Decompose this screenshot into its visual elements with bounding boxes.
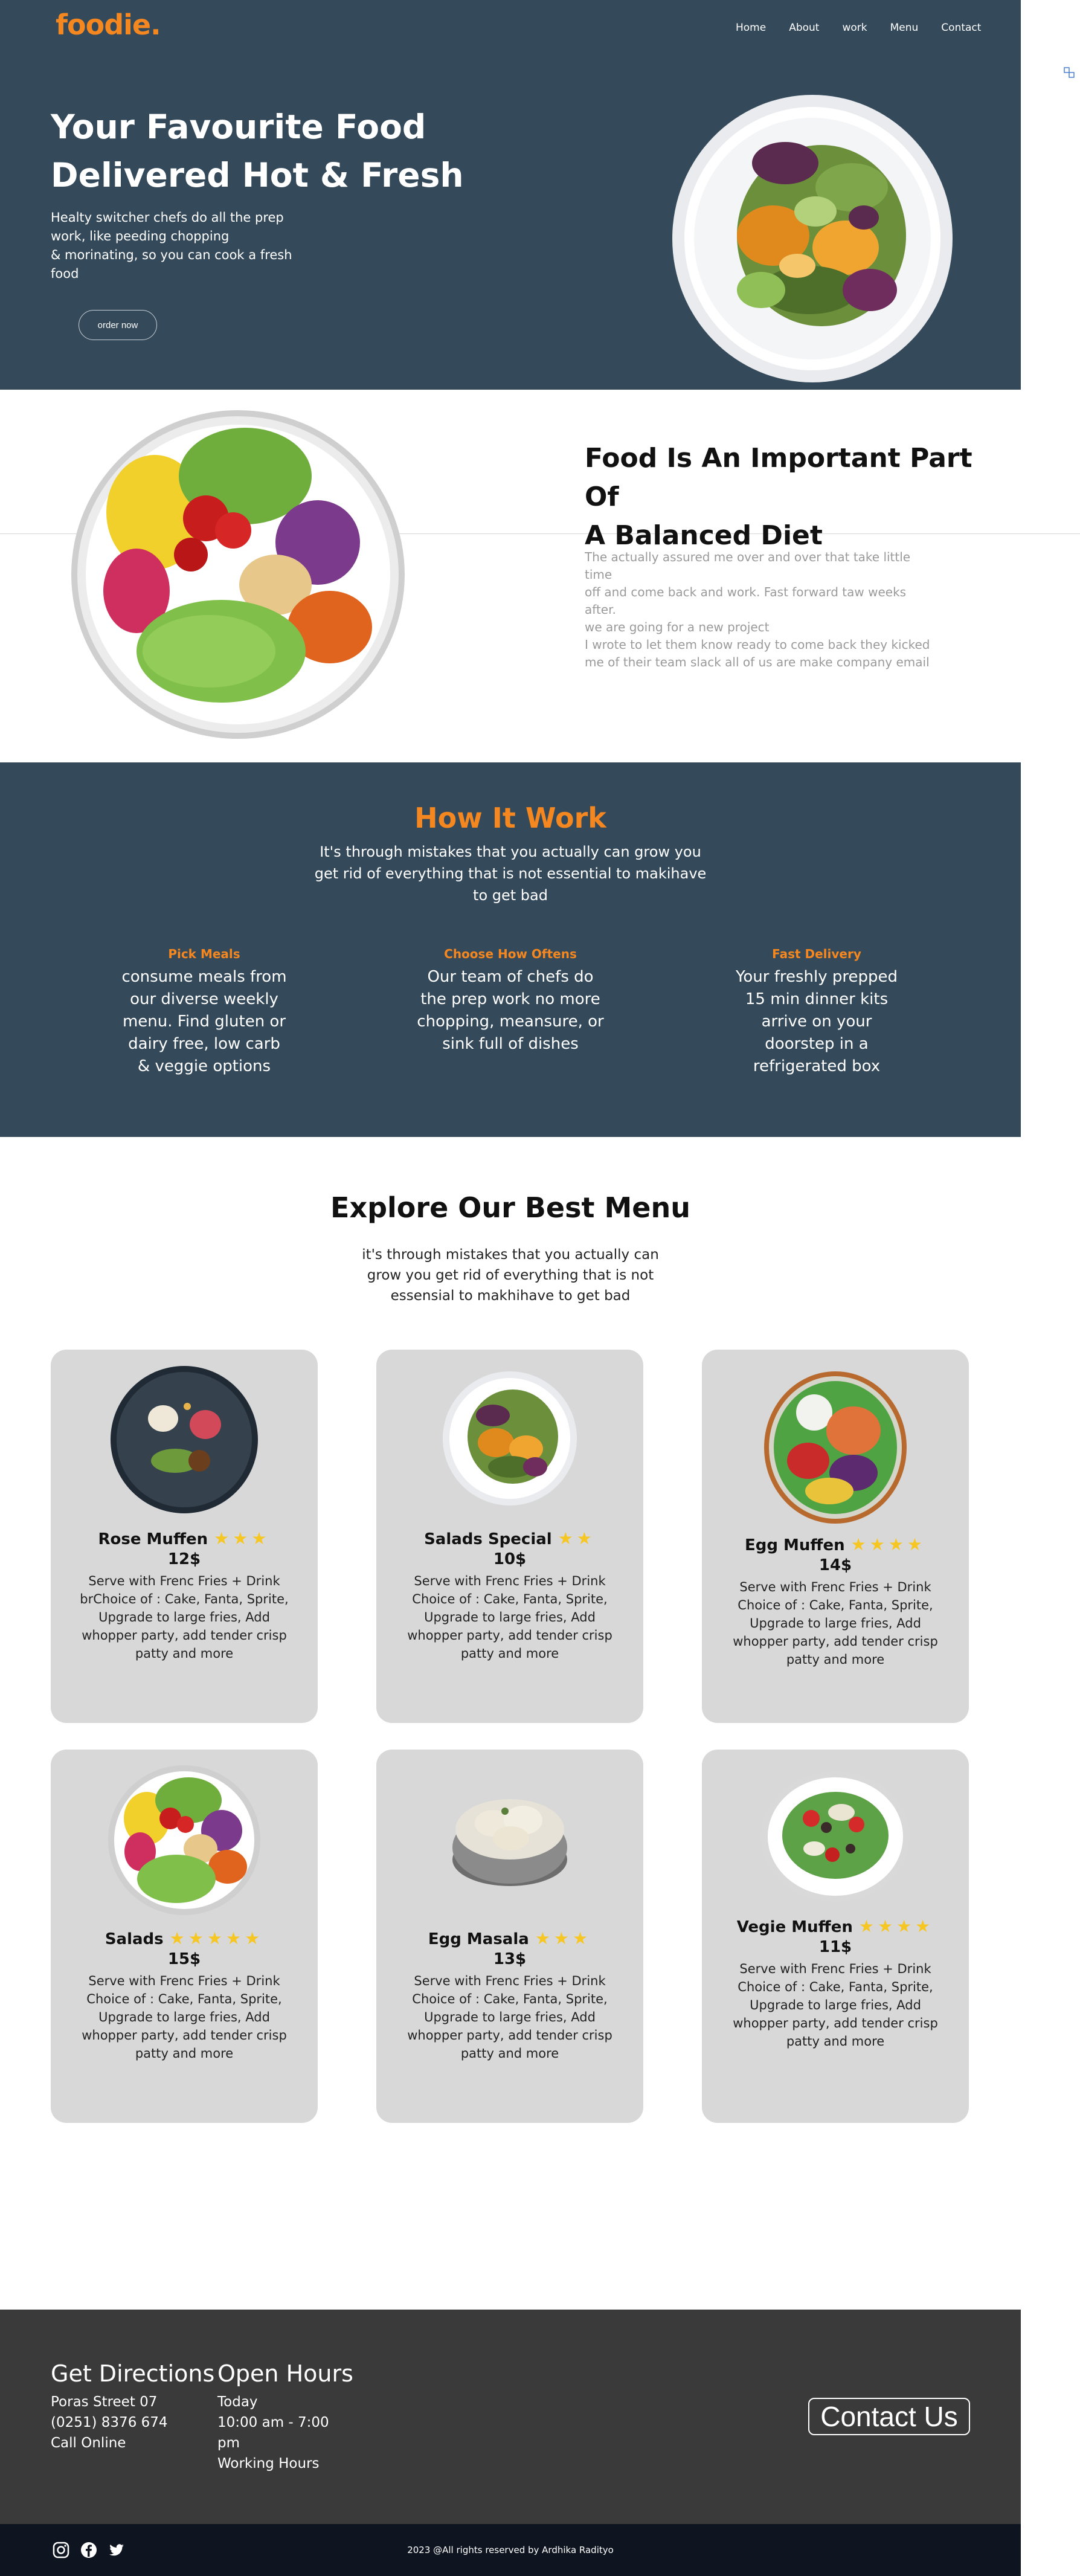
nav-about[interactable]: About <box>789 22 819 34</box>
dish-name-row: Egg Muffen ★★★★ <box>702 1534 969 1554</box>
dish-image <box>764 1371 907 1524</box>
dish-desc: Serve with Frenc Fries + Drink Choice of… <box>407 1574 612 1661</box>
hours-line: 10:00 am - 7:00 <box>217 2415 329 2430</box>
copyright-text: 2023 @All rights reserved by Ardhika Rad… <box>407 2545 614 2555</box>
menu-card[interactable]: Egg Masala ★★★ 13$ Serve with Frenc Fries… <box>376 1750 643 2123</box>
dish-name: Egg Masala <box>428 1930 529 1948</box>
step-desc: Your freshly prepped 15 min dinner kits … <box>735 968 898 1075</box>
menu-card[interactable]: Rose Muffen ★★★ 12$ Serve with Frenc Frie… <box>51 1350 318 1723</box>
directions-block: Get Directions Poras Street 07 (0251) 83… <box>51 2360 214 2453</box>
address-line: Poras Street 07 <box>51 2394 158 2410</box>
diet-title: Food Is An Important Part Of A Balanced … <box>585 439 995 555</box>
step-pick-meals: Pick Meals consume meals from our divers… <box>114 947 295 1078</box>
dish-desc: Serve with Frenc Fries + Drink Choice of… <box>733 1962 938 2049</box>
hours-line: Today <box>217 2394 258 2410</box>
dish-desc: Serve with Frenc Fries + Drink Choice of… <box>733 1580 938 1667</box>
dish-name-row: Salads Special ★★ <box>376 1528 643 1548</box>
diet-text: The actually assured me over and over th… <box>585 549 941 671</box>
rating-stars: ★★★★★ <box>169 1928 264 1948</box>
dish-desc: Serve with Frenc Fries + Drink Choice of… <box>407 1974 612 2061</box>
hero-description: Healty switcher chefs do all the prep wo… <box>51 208 292 283</box>
phone-line: (0251) 8376 674 <box>51 2415 168 2430</box>
nav-home[interactable]: Home <box>736 22 766 34</box>
hero-desc-line: Healty switcher chefs do all the prep <box>51 210 284 225</box>
dish-image <box>761 1771 910 1902</box>
hours-title: Open Hours <box>217 2360 353 2387</box>
dish-desc: Serve with Frenc Fries + Drink Choice of… <box>82 1974 287 2061</box>
dish-name-row: Vegie Muffen ★★★★ <box>702 1916 969 1936</box>
main-nav: Home About work Menu Contact <box>736 22 1004 34</box>
how-subtitle: It's through mistakes that you actually … <box>314 843 707 904</box>
dish-name: Egg Muffen <box>744 1536 845 1554</box>
hero-title-line: Your Favourite Food <box>51 108 426 146</box>
rating-stars: ★★ <box>558 1528 596 1548</box>
logo[interactable]: foodie. <box>56 8 161 41</box>
dish-name-row: Rose Muffen ★★★ <box>51 1528 318 1548</box>
diet-text-line: The actually assured me over and over th… <box>585 550 911 582</box>
rating-stars: ★★★★ <box>858 1916 934 1936</box>
step-choose-how-oftens: Choose How Oftens Our team of chefs do t… <box>417 947 603 1055</box>
footer: Get Directions Poras Street 07 (0251) 83… <box>0 2310 1021 2524</box>
diet-text-line: I wrote to let them know ready to come b… <box>585 637 930 652</box>
rating-stars: ★★★ <box>535 1928 592 1948</box>
dish-desc: Serve with Frenc Fries + Drink brChoice … <box>80 1574 289 1661</box>
hero-salad-image <box>672 95 953 382</box>
menu-card[interactable]: Vegie Muffen ★★★★ 11$ Serve with Frenc Fr… <box>702 1750 969 2123</box>
hero-section: foodie. Home About work Menu Contact You… <box>0 0 1021 390</box>
menu-subtitle: it's through mistakes that you actually … <box>362 1247 659 1304</box>
dish-price: 13$ <box>493 1950 527 1968</box>
diet-text-line: we are going for a new project <box>585 620 770 634</box>
dish-name: Salads Special <box>424 1530 552 1548</box>
step-desc: consume meals from our diverse weekly me… <box>121 968 287 1075</box>
diet-title-line: Food Is An Important Part Of <box>585 443 972 512</box>
nav-contact[interactable]: Contact <box>941 22 981 34</box>
dish-name: Salads <box>104 1930 164 1948</box>
step-title: Choose How Oftens <box>444 947 577 961</box>
dish-image <box>111 1366 258 1513</box>
hours-line: Working Hours <box>217 2456 320 2471</box>
step-title: Pick Meals <box>168 947 240 961</box>
rating-stars: ★★★ <box>214 1528 271 1548</box>
diet-text-line: off and come back and work. Fast forward… <box>585 585 907 617</box>
hours-block: Open Hours Today 10:00 am - 7:00 pm Work… <box>217 2360 353 2474</box>
hero-desc-line: & morinating, so you can cook a fresh <box>51 248 292 262</box>
dish-price: 10$ <box>493 1550 527 1568</box>
diet-salad-image <box>71 410 405 739</box>
dish-image <box>108 1765 260 1915</box>
step-title: Fast Delivery <box>772 947 861 961</box>
rating-stars: ★★★★ <box>850 1534 927 1554</box>
dish-name: Vegie Muffen <box>736 1918 853 1936</box>
dish-price: 12$ <box>167 1550 201 1568</box>
order-now-button[interactable]: order now <box>79 310 157 340</box>
dish-price: 15$ <box>167 1950 201 1968</box>
diet-text-line: me of their team slack all of us are mak… <box>585 655 930 669</box>
menu-title: Explore Our Best Menu <box>330 1191 690 1224</box>
directions-title: Get Directions <box>51 2360 215 2387</box>
dish-image <box>452 1799 567 1886</box>
step-fast-delivery: Fast Delivery Your freshly prepped 15 mi… <box>726 947 907 1078</box>
hero-title: Your Favourite Food Delivered Hot & Fres… <box>51 103 510 199</box>
step-desc: Our team of chefs do the prep work no mo… <box>417 968 604 1053</box>
dish-name-row: Salads ★★★★★ <box>51 1928 318 1948</box>
hours-line: pm <box>217 2435 240 2451</box>
how-title: How It Work <box>414 802 606 834</box>
hero-desc-line: work, like peeding chopping <box>51 229 230 243</box>
dish-price: 14$ <box>818 1556 852 1574</box>
dish-price: 11$ <box>818 1938 852 1956</box>
nav-menu[interactable]: Menu <box>890 22 919 34</box>
call-online-link[interactable]: Call Online <box>51 2433 214 2453</box>
contact-us-button[interactable]: Contact Us <box>808 2398 970 2435</box>
dish-name-row: Egg Masala ★★★ <box>376 1928 643 1948</box>
nav-work[interactable]: work <box>842 22 867 34</box>
extension-icon[interactable] <box>1063 66 1075 79</box>
menu-card[interactable]: Egg Muffen ★★★★ 14$ Serve with Frenc Frie… <box>702 1350 969 1723</box>
how-it-work-section: How It Work It's through mistakes that y… <box>0 762 1021 1137</box>
menu-card[interactable]: Salads ★★★★★ 15$ Serve with Frenc Fries +… <box>51 1750 318 2123</box>
bottom-bar: 2023 @All rights reserved by Ardhika Rad… <box>0 2524 1021 2576</box>
dish-image <box>443 1371 577 1505</box>
menu-card[interactable]: Salads Special ★★ 10$ Serve with Frenc Fr… <box>376 1350 643 1723</box>
hero-title-line: Delivered Hot & Fresh <box>51 156 464 195</box>
dish-name: Rose Muffen <box>98 1530 208 1548</box>
hero-desc-line: food <box>51 266 79 281</box>
